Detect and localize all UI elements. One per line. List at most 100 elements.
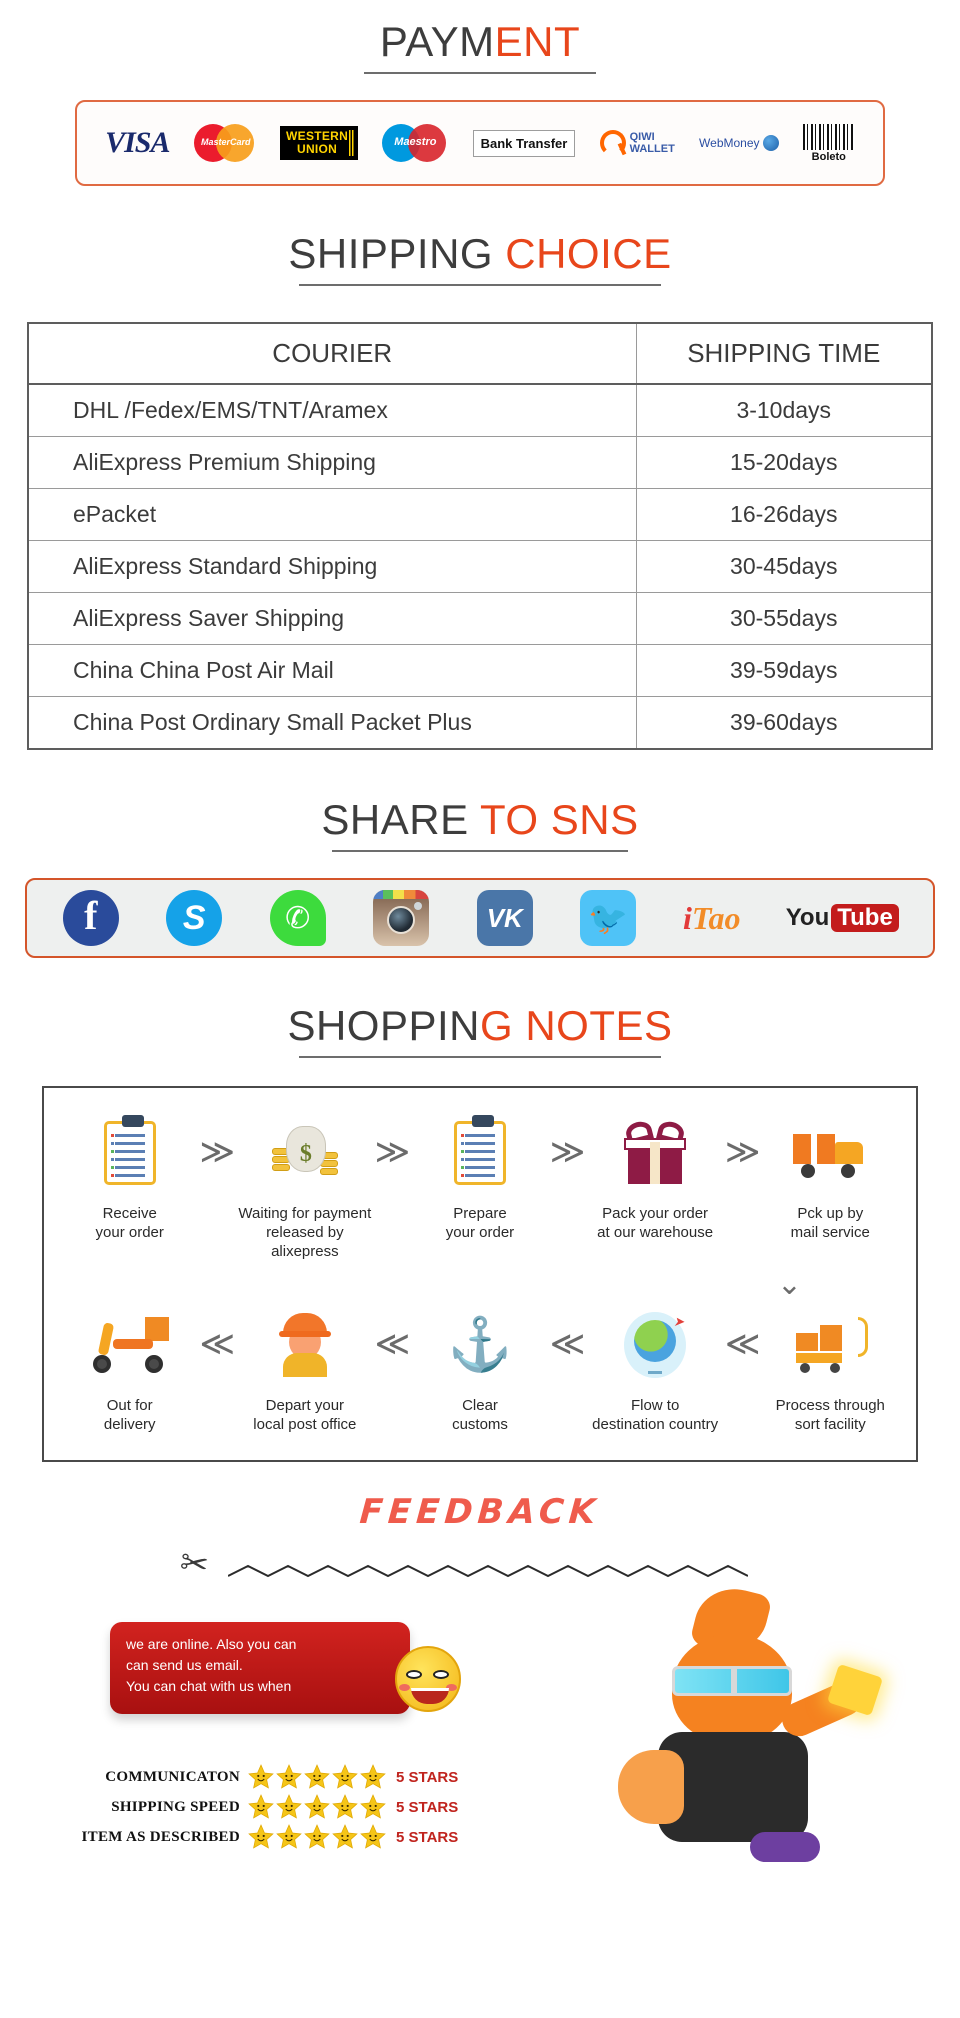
rating-value: 5 STARS xyxy=(396,1828,459,1846)
star-icon xyxy=(276,1764,302,1790)
courier-name: AliExpress Standard Shipping xyxy=(27,540,637,593)
flow-step-label: Clear customs xyxy=(452,1397,508,1433)
shopping-notes-section: SHOPPING NOTES Receive your order ≫ $ Wa… xyxy=(0,958,960,1462)
table-header-row: COURIER SHIPPING TIME xyxy=(27,322,933,385)
courier-name: AliExpress Saver Shipping xyxy=(27,592,637,645)
money-bag-icon: $ xyxy=(268,1110,342,1196)
shipping-time: 39-59days xyxy=(635,644,933,697)
whatsapp-icon[interactable]: ✆ xyxy=(269,890,326,946)
facebook-icon[interactable]: f xyxy=(62,890,119,946)
rating-value: 5 STARS xyxy=(396,1768,459,1786)
vk-icon[interactable]: VK xyxy=(476,890,533,946)
rating-value: 5 STARS xyxy=(396,1798,459,1816)
star-icon xyxy=(360,1824,386,1850)
delivery-truck-icon xyxy=(793,1110,867,1196)
rating-row: SHIPPING SPEED 5 STARS xyxy=(70,1792,458,1822)
rating-stars xyxy=(248,1824,386,1850)
youtube-icon[interactable]: You Tube xyxy=(786,890,899,946)
arrow-left-icon: ≪ xyxy=(724,1325,761,1363)
flow-step-pickup-mail: Pck up by mail service xyxy=(763,1110,898,1242)
table-row: ePacket 16-26days xyxy=(27,488,933,541)
maestro-logo: Maestro xyxy=(382,124,448,162)
bank-transfer-logo: Bank Transfer xyxy=(472,129,576,157)
qiwi-wallet-logo: QIWI WALLET xyxy=(599,130,675,156)
flow-step-label: Out for delivery xyxy=(103,1397,156,1433)
sorting-cart-icon xyxy=(792,1302,869,1388)
chat-line: we are online. Also you can xyxy=(126,1636,297,1652)
notes-heading: SHOPPING NOTES xyxy=(0,1002,960,1058)
sns-section: SHARE TO SNS f S ✆ VK 🐦 iTao You Tube xyxy=(0,750,960,958)
webmoney-logo: WebMoney xyxy=(699,135,779,151)
payment-heading-accent: ENT xyxy=(494,18,581,65)
arrow-right-icon: ≫ xyxy=(549,1133,586,1171)
arrow-left-icon: ≪ xyxy=(549,1325,586,1363)
shipping-time: 16-26days xyxy=(635,488,933,541)
payment-heading-dark: PAYM xyxy=(379,18,495,65)
table-row: AliExpress Saver Shipping 30-55days xyxy=(27,592,933,645)
flow-step-label: Pack your order at our warehouse xyxy=(597,1205,714,1241)
flow-step-flow-to-country: ➤ Flow to destination country xyxy=(587,1302,722,1434)
arrow-left-icon: ≪ xyxy=(374,1325,411,1363)
feedback-title: FEEDBACK xyxy=(358,1492,602,1532)
rating-stars xyxy=(248,1764,386,1790)
shipping-time: 39-60days xyxy=(635,696,933,750)
table-row: AliExpress Premium Shipping 15-20days xyxy=(27,436,933,489)
flow-step-prepare-order: Prepare your order xyxy=(412,1110,547,1242)
flow-step-clear-customs: ⚓ Clear customs xyxy=(412,1302,547,1434)
sns-heading-rule xyxy=(332,850,628,852)
star-icon xyxy=(304,1764,330,1790)
star-icon xyxy=(248,1794,274,1820)
payment-section: PAYMENT VISA MasterCard WESTERN UNION Ma… xyxy=(0,0,960,186)
shipping-time: 3-10days xyxy=(635,383,933,437)
order-flow-row-1: Receive your order ≫ $ Waiting for paymen… xyxy=(62,1110,898,1261)
rating-label: ITEM AS DESCRIBED xyxy=(81,1828,240,1845)
shipping-table: COURIER SHIPPING TIME DHL /Fedex/EMS/TNT… xyxy=(27,322,933,750)
scooter-icon xyxy=(91,1302,169,1388)
courier-name: AliExpress Premium Shipping xyxy=(27,436,637,489)
flow-step-label: Depart your local post office xyxy=(253,1397,357,1433)
scissors-icon: ✂ xyxy=(177,1543,212,1585)
order-flow-row-2: Out for delivery ≪ Depart your local post … xyxy=(62,1302,898,1434)
star-icon xyxy=(332,1824,358,1850)
arrow-down-icon: ⌄ xyxy=(776,1268,802,1301)
sns-heading: SHARE TO SNS xyxy=(0,796,960,852)
arrow-right-icon: ≫ xyxy=(199,1133,236,1171)
arrow-right-icon: ≫ xyxy=(374,1133,411,1171)
twitter-icon[interactable]: 🐦 xyxy=(580,890,637,946)
star-icon xyxy=(248,1824,274,1850)
flow-step-label: Pck up by mail service xyxy=(790,1205,870,1241)
flow-step-label: Waiting for payment released by alixepres… xyxy=(238,1205,372,1260)
arrow-right-icon: ≫ xyxy=(724,1133,761,1171)
payment-methods-box: VISA MasterCard WESTERN UNION Maestro Ba… xyxy=(75,100,885,186)
skype-icon[interactable]: S xyxy=(166,890,223,946)
chat-line: can send us email. xyxy=(126,1657,243,1673)
chat-bubble: we are online. Also you can can send us … xyxy=(110,1622,410,1714)
flow-step-label: Flow to destination country xyxy=(592,1397,719,1433)
shipping-time: 30-55days xyxy=(635,592,933,645)
table-row: China China Post Air Mail 39-59days xyxy=(27,644,933,697)
shipping-heading-rule xyxy=(299,284,661,286)
feedback-section: FEEDBACK ✂ we are online. Also you can c… xyxy=(0,1462,960,1892)
star-icon xyxy=(304,1824,330,1850)
shipping-time: 15-20days xyxy=(635,436,933,489)
payment-heading: PAYMENT xyxy=(0,18,960,74)
flow-step-sort-facility: Process through sort facility xyxy=(763,1302,898,1434)
star-icon xyxy=(332,1764,358,1790)
shipping-heading: SHIPPING CHOICE xyxy=(0,230,960,286)
star-icon xyxy=(248,1764,274,1790)
flow-step-label: Receive your order xyxy=(95,1205,164,1241)
itao-icon[interactable]: iTao xyxy=(683,890,741,946)
zigzag-line xyxy=(228,1564,748,1578)
notes-heading-accent: G NOTES xyxy=(480,1002,673,1049)
chat-line: You can chat with us when xyxy=(126,1678,292,1694)
gift-box-icon xyxy=(624,1110,687,1196)
boleto-logo: Boleto xyxy=(802,123,855,163)
visa-logo: VISA xyxy=(105,126,170,159)
instagram-icon[interactable] xyxy=(373,890,430,946)
star-icon xyxy=(360,1794,386,1820)
mastercard-logo: MasterCard xyxy=(193,124,256,162)
courier-name: ePacket xyxy=(27,488,637,541)
western-union-logo: WESTERN UNION xyxy=(280,126,359,160)
notes-heading-dark: SHOPPIN xyxy=(287,1002,480,1049)
star-icon xyxy=(360,1764,386,1790)
